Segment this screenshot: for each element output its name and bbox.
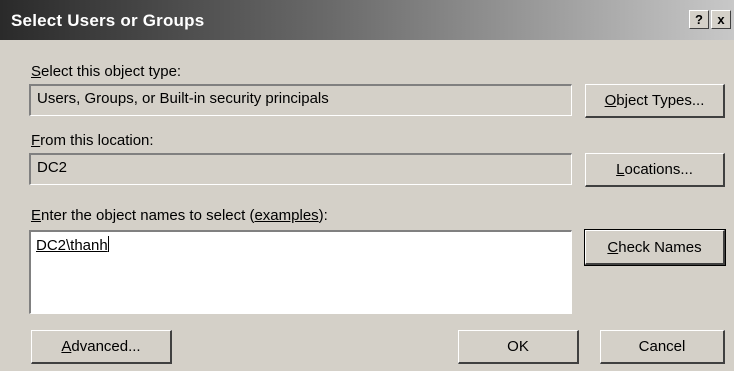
location-field: DC2 [29, 153, 572, 185]
examples-link[interactable]: examples [254, 207, 318, 224]
help-button[interactable]: ? [689, 10, 709, 29]
window-title: Select Users or Groups [11, 11, 205, 30]
advanced-button-key: A [61, 338, 72, 355]
locations-button[interactable]: Locations... [585, 153, 725, 187]
object-type-label-key: S [31, 63, 42, 80]
object-names-label-end: ): [318, 207, 328, 224]
check-names-button[interactable]: Check Names [584, 229, 726, 266]
object-types-button[interactable]: Object Types... [585, 84, 725, 118]
object-type-label: Select this object type: [31, 63, 181, 80]
advanced-button[interactable]: Advanced... [31, 330, 172, 364]
ok-button[interactable]: OK [458, 330, 579, 364]
location-label-text: rom this location: [40, 132, 154, 149]
check-names-button-label: heck Names [618, 238, 702, 256]
object-type-field: Users, Groups, or Built-in security prin… [29, 84, 572, 116]
object-names-value: DC2\thanh [36, 237, 108, 254]
location-label: From this location: [31, 132, 154, 149]
locations-button-label: ocations... [624, 161, 693, 178]
cancel-button[interactable]: Cancel [600, 330, 725, 364]
object-names-label-text: nter the object names to select ( [41, 207, 255, 224]
close-button[interactable]: x [711, 10, 731, 29]
text-caret [107, 236, 109, 252]
object-types-button-label: bject Types... [616, 92, 705, 109]
advanced-button-label: dvanced... [71, 338, 141, 355]
location-label-key: F [31, 132, 41, 149]
check-names-button-key: C [607, 238, 619, 256]
object-type-label-text: elect this object type: [41, 63, 182, 80]
locations-button-key: L [616, 161, 625, 178]
object-names-label-key: E [31, 207, 42, 224]
object-names-textarea[interactable]: DC2\thanh [29, 230, 572, 314]
object-types-button-key: O [604, 92, 617, 109]
object-names-label: Enter the object names to select (exampl… [31, 207, 328, 224]
title-bar[interactable]: Select Users or Groups ? x [0, 0, 734, 40]
